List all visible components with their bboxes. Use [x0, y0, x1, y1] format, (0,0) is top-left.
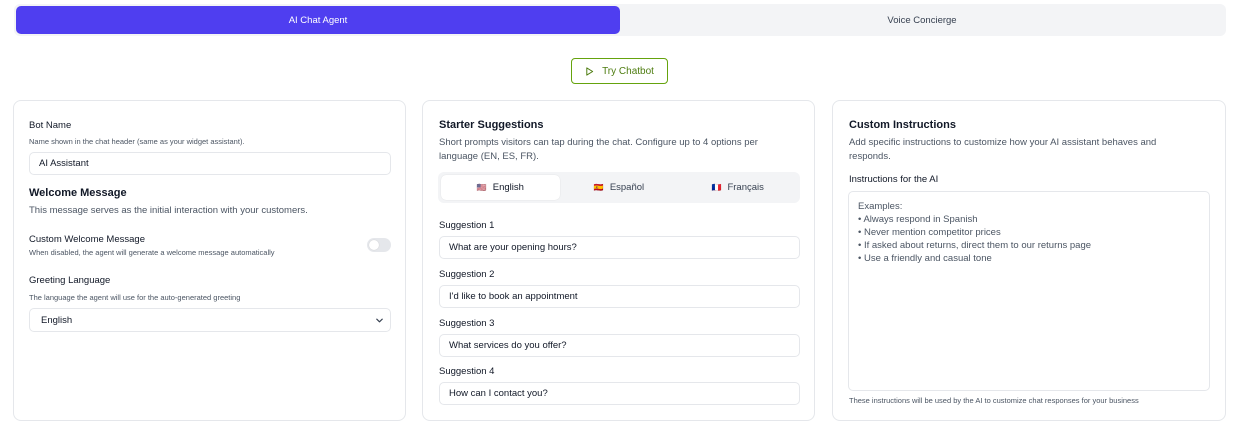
- try-chatbot-button[interactable]: Try Chatbot: [571, 58, 668, 84]
- bot-name-hint: Name shown in the chat header (same as y…: [29, 137, 245, 146]
- bot-name-label: Bot Name: [29, 120, 72, 131]
- instructions-textarea[interactable]: Examples: • Always respond in Spanish • …: [848, 191, 1210, 391]
- chevron-down-icon: [376, 318, 383, 323]
- starter-suggestions-card: Starter Suggestions Short prompts visito…: [422, 100, 815, 421]
- mode-tabs: AI Chat Agent Voice Concierge: [14, 4, 1226, 36]
- suggestion-label: Suggestion 3: [439, 318, 495, 329]
- custom-welcome-label: Custom Welcome Message: [29, 234, 145, 245]
- custom-welcome-hint: When disabled, the agent will generate a…: [29, 248, 275, 257]
- try-chatbot-label: Try Chatbot: [602, 65, 654, 77]
- starter-suggestions-desc: Short prompts visitors can tap during th…: [439, 137, 758, 162]
- greeting-language-label: Greeting Language: [29, 275, 111, 286]
- suggestion-label: Suggestion 4: [439, 366, 495, 377]
- greeting-language-value: English: [41, 314, 73, 326]
- language-label: English: [492, 182, 524, 193]
- toggle-knob: [369, 240, 379, 250]
- suggestion-input[interactable]: What services do you offer?: [439, 334, 800, 357]
- suggestion-input[interactable]: How can I contact you?: [439, 382, 800, 405]
- tab-language-french[interactable]: 🇫🇷 Français: [678, 175, 797, 200]
- tab-language-english[interactable]: 🇺🇸 English: [441, 175, 560, 200]
- us-flag-icon: 🇺🇸: [476, 183, 487, 192]
- language-tabs: 🇺🇸 English 🇪🇸 Español 🇫🇷 Français: [438, 172, 800, 203]
- custom-welcome-toggle[interactable]: [367, 238, 391, 252]
- language-label: Español: [609, 182, 645, 193]
- welcome-message-desc: This message serves as the initial inter…: [29, 205, 308, 216]
- greeting-language-hint: The language the agent will use for the …: [29, 293, 241, 302]
- tab-ai-chat-agent[interactable]: AI Chat Agent: [16, 6, 620, 34]
- custom-instructions-title: Custom Instructions: [849, 119, 956, 131]
- greeting-language-select[interactable]: English: [29, 308, 391, 332]
- suggestion-label: Suggestion 2: [439, 269, 495, 280]
- custom-instructions-card: Custom Instructions Add specific instruc…: [832, 100, 1226, 421]
- welcome-message-title: Welcome Message: [29, 187, 127, 199]
- es-flag-icon: 🇪🇸: [593, 183, 604, 192]
- starter-suggestions-title: Starter Suggestions: [439, 119, 544, 131]
- bot-name-input[interactable]: AI Assistant: [29, 152, 391, 175]
- bot-settings-card: Bot Name Name shown in the chat header (…: [13, 100, 406, 421]
- suggestion-input[interactable]: What are your opening hours?: [439, 236, 800, 259]
- tab-language-spanish[interactable]: 🇪🇸 Español: [560, 175, 679, 200]
- fr-flag-icon: 🇫🇷: [711, 183, 722, 192]
- instructions-label: Instructions for the AI: [849, 174, 939, 185]
- instructions-footer: These instructions will be used by the A…: [849, 396, 1139, 405]
- language-label: Français: [727, 182, 764, 193]
- custom-instructions-desc: Add specific instructions to customize h…: [849, 137, 1157, 162]
- suggestion-label: Suggestion 1: [439, 220, 495, 231]
- tab-voice-concierge[interactable]: Voice Concierge: [620, 6, 1224, 34]
- play-icon: [586, 66, 594, 76]
- suggestion-input[interactable]: I'd like to book an appointment: [439, 285, 800, 308]
